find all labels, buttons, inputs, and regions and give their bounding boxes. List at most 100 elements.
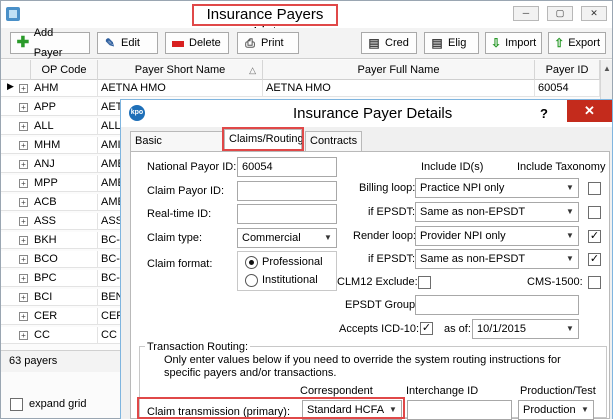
kpo-logo: kpo xyxy=(129,105,145,121)
minimize-button[interactable]: ─ xyxy=(513,6,539,21)
elig-button[interactable]: ▤ Elig xyxy=(424,32,479,54)
chevron-down-icon: ▼ xyxy=(566,324,574,333)
billing-loop-select[interactable]: Practice NPI only ▼ xyxy=(415,178,579,198)
dialog-title: Insurance Payer Details xyxy=(293,105,453,122)
expand-row-icon[interactable]: + xyxy=(19,84,28,93)
render-taxonomy-checkbox[interactable]: ✓ xyxy=(588,230,601,243)
dialog-close-button[interactable]: ✕ xyxy=(567,100,612,122)
institutional-label: Institutional xyxy=(262,274,318,286)
delete-button[interactable]: Delete xyxy=(165,32,229,54)
maximize-button[interactable]: ▢ xyxy=(547,6,573,21)
expand-row-icon[interactable]: + xyxy=(19,103,28,112)
app-icon xyxy=(6,7,20,21)
expand-row-icon[interactable]: + xyxy=(19,198,28,207)
expand-row-icon[interactable]: + xyxy=(19,293,28,302)
op-code-cell: CC xyxy=(31,327,98,344)
realtime-id-field[interactable] xyxy=(237,204,337,224)
plus-icon: ✚ xyxy=(16,34,30,51)
expand-row-icon[interactable]: + xyxy=(19,274,28,283)
billing-epsdt-value: Same as non-EPSDT xyxy=(420,206,526,218)
expand-row-icon[interactable]: + xyxy=(19,255,28,264)
op-code-cell: BPC xyxy=(31,270,98,287)
render-loop-select[interactable]: Provider NPI only ▼ xyxy=(415,226,579,246)
expand-row-icon[interactable]: + xyxy=(19,217,28,226)
help-button[interactable]: ? xyxy=(540,106,548,121)
expand-row-icon[interactable]: + xyxy=(19,236,28,245)
claim-type-value: Commercial xyxy=(242,232,301,244)
column-header-short-name[interactable]: Payer Short Name △ xyxy=(98,60,263,80)
payer-details-dialog: kpo Insurance Payer Details ? ✕ Basic In… xyxy=(120,99,613,420)
interchange-id-field[interactable] xyxy=(407,400,512,420)
payer-count: 63 payers xyxy=(9,355,58,367)
printer-icon: ⎙ xyxy=(245,36,255,50)
tab-contracts[interactable]: Contracts xyxy=(305,131,362,151)
realtime-id-label: Real-time ID: xyxy=(147,208,212,220)
scroll-up-icon[interactable]: ▲ xyxy=(603,64,611,73)
op-code-cell: ALL xyxy=(31,118,98,135)
national-payor-id-field[interactable]: 60054 xyxy=(237,157,337,177)
chevron-down-icon: ▼ xyxy=(566,254,574,263)
import-button[interactable]: ⇩ Import xyxy=(485,32,542,54)
expand-row-icon[interactable]: + xyxy=(19,179,28,188)
edit-button[interactable]: ✎ Edit xyxy=(97,32,158,54)
op-code-cell: AHM xyxy=(31,80,98,97)
book-icon: ▤ xyxy=(368,36,380,50)
epsdt-group-field[interactable] xyxy=(415,295,579,315)
column-header-payer-id[interactable]: Payer ID xyxy=(535,60,600,80)
expand-row-icon[interactable]: + xyxy=(19,122,28,131)
claim-transmission-highlight xyxy=(137,397,405,419)
op-code-cell: ANJ xyxy=(31,156,98,173)
expand-row-icon[interactable]: + xyxy=(19,312,28,321)
accepts-icd10-checkbox[interactable]: ✓ xyxy=(420,322,433,335)
expand-row-icon[interactable]: + xyxy=(19,331,28,340)
table-row[interactable]: ▶ + AHM AETNA HMO AETNA HMO 60054 xyxy=(1,80,600,97)
close-button[interactable]: ✕ xyxy=(581,6,607,21)
import-label: Import xyxy=(505,37,537,49)
pencil-icon: ✎ xyxy=(104,36,116,50)
full-name-cell: AETNA HMO xyxy=(263,80,535,97)
tab-highlight-box xyxy=(222,127,304,151)
production-test-select[interactable]: Production ▼ xyxy=(518,400,594,420)
claim-type-select[interactable]: Commercial ▼ xyxy=(237,228,337,248)
short-name-cell: AETNA HMO xyxy=(98,80,263,97)
render-epsdt-value: Same as non-EPSDT xyxy=(420,253,526,265)
render-epsdt-taxonomy-checkbox[interactable]: ✓ xyxy=(588,253,601,266)
column-header-op-code[interactable]: OP Code xyxy=(31,60,98,80)
render-epsdt-select[interactable]: Same as non-EPSDT ▼ xyxy=(415,249,579,269)
professional-radio[interactable] xyxy=(245,256,258,269)
routing-note: Only enter values below if you need to o… xyxy=(164,354,561,379)
column-header-full-name[interactable]: Payer Full Name xyxy=(263,60,535,80)
include-taxonomy-label: Include Taxonomy xyxy=(517,161,606,173)
chevron-down-icon: ▼ xyxy=(581,405,589,414)
billing-taxonomy-checkbox[interactable] xyxy=(588,182,601,195)
expand-grid-checkbox[interactable] xyxy=(10,398,23,411)
book-icon: ▤ xyxy=(431,36,443,50)
sort-ascending-icon: △ xyxy=(249,65,256,75)
chevron-down-icon: ▼ xyxy=(566,183,574,192)
add-payer-button[interactable]: ✚ Add Payer xyxy=(10,27,90,59)
elig-label: Elig xyxy=(448,37,467,49)
row-indicator-header xyxy=(1,60,31,80)
export-button[interactable]: ⇧ Export xyxy=(548,32,606,54)
expand-row-icon[interactable]: + xyxy=(19,160,28,169)
tab-basic-information[interactable]: Basic Information xyxy=(130,131,223,165)
render-loop-label: Render loop: xyxy=(353,230,416,242)
print-button[interactable]: ⎙ Print xyxy=(237,32,299,54)
institutional-radio[interactable] xyxy=(245,274,258,287)
claim-payor-id-field[interactable] xyxy=(237,181,337,201)
claim-type-label: Claim type: xyxy=(147,232,203,244)
billing-epsdt-taxonomy-checkbox[interactable] xyxy=(588,206,601,219)
chevron-down-icon: ▼ xyxy=(324,233,332,242)
include-ids-label: Include ID(s) xyxy=(421,161,484,173)
transaction-routing-label: Transaction Routing: xyxy=(145,341,251,353)
op-code-cell: MPP xyxy=(31,175,98,192)
billing-epsdt-select[interactable]: Same as non-EPSDT ▼ xyxy=(415,202,579,222)
as-of-date-picker[interactable]: 10/1/2015 ▼ xyxy=(472,319,579,339)
expand-row-icon[interactable]: + xyxy=(19,141,28,150)
short-name-header-label: Payer Short Name xyxy=(134,64,226,76)
if-epsdt-label: if EPSDT: xyxy=(368,206,416,218)
cms1500-checkbox[interactable] xyxy=(588,276,601,289)
national-payor-id-label: National Payor ID: xyxy=(147,161,237,173)
cred-button[interactable]: ▤ Cred xyxy=(361,32,417,54)
clm12-exclude-checkbox[interactable] xyxy=(418,276,431,289)
